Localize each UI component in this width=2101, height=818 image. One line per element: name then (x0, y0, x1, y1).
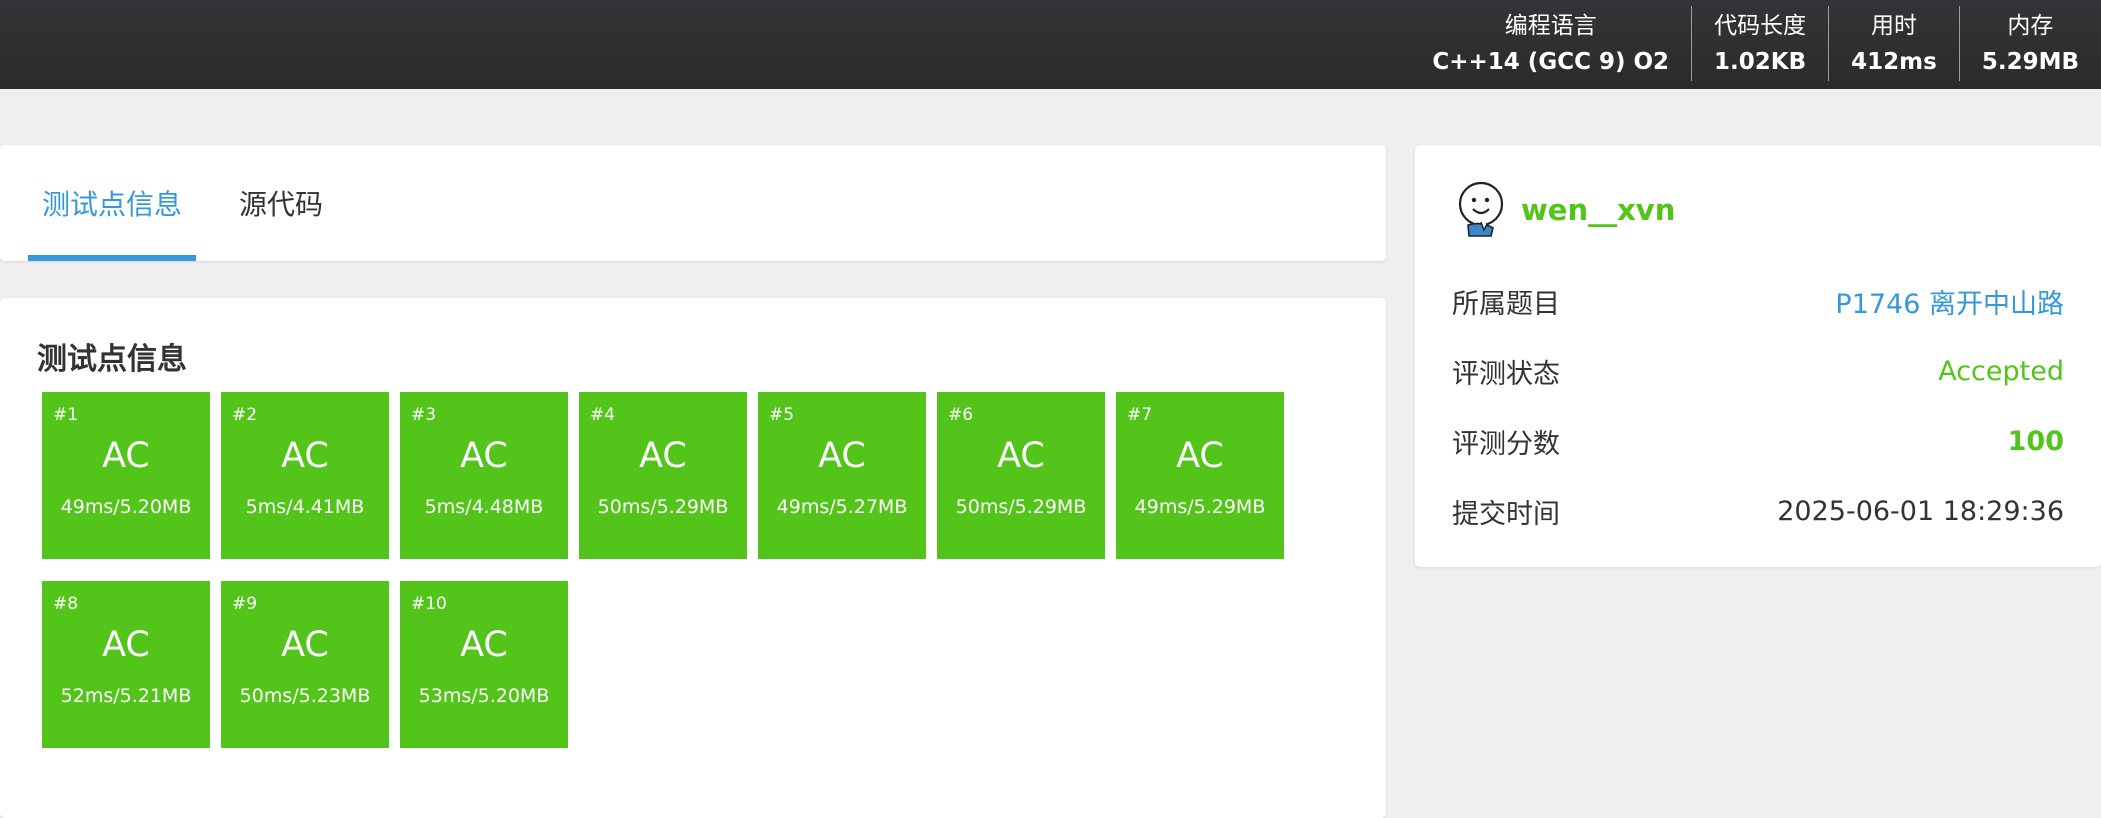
test-case-number: #3 (411, 405, 437, 425)
test-case-info: 52ms/5.21MB (60, 685, 192, 707)
score-value: 100 (2007, 425, 2064, 457)
test-case-grid: #1 AC 49ms/5.20MB #2 AC 5ms/4.41MB #3 AC… (42, 392, 1342, 748)
test-case-info: 50ms/5.29MB (955, 496, 1087, 518)
test-case-info: 49ms/5.29MB (1134, 496, 1266, 518)
test-case[interactable]: #10 AC 53ms/5.20MB (400, 581, 568, 748)
info-row-status: 评测状态 Accepted (1452, 351, 2064, 391)
stat-label: 内存 (2007, 12, 2054, 39)
test-case-info: 5ms/4.41MB (245, 496, 365, 518)
username-link[interactable]: wen__xvn (1521, 193, 1675, 227)
stat-value: 1.02KB (1714, 48, 1807, 75)
test-case[interactable]: #6 AC 50ms/5.29MB (937, 392, 1105, 559)
tab-source-code[interactable]: 源代码 (239, 145, 323, 261)
test-case[interactable]: #3 AC 5ms/4.48MB (400, 392, 568, 559)
info-key: 提交时间 (1452, 498, 1560, 530)
test-case[interactable]: #2 AC 5ms/4.41MB (221, 392, 389, 559)
test-case-number: #1 (53, 405, 79, 425)
section-title: 测试点信息 (37, 342, 187, 377)
test-case[interactable]: #4 AC 50ms/5.29MB (579, 392, 747, 559)
test-case-result: AC (997, 436, 1045, 476)
test-case-number: #6 (948, 405, 974, 425)
stat-value: C++14 (GCC 9) O2 (1432, 48, 1670, 75)
test-case-result: AC (1176, 436, 1224, 476)
stat-label: 用时 (1870, 12, 1917, 39)
stat-value: 412ms (1851, 48, 1937, 75)
test-case-number: #9 (232, 594, 258, 614)
test-case-info: 50ms/5.29MB (597, 496, 729, 518)
stat-time: 用时 412ms (1829, 0, 1959, 89)
stat-value: 5.29MB (1981, 48, 2079, 75)
test-case-result: AC (281, 625, 329, 665)
test-case-info: 53ms/5.20MB (418, 685, 550, 707)
test-case[interactable]: #1 AC 49ms/5.20MB (42, 392, 210, 559)
info-row-submit-time: 提交时间 2025-06-01 18:29:36 (1452, 491, 2064, 531)
test-case-result: AC (460, 625, 508, 665)
test-case-number: #10 (411, 594, 447, 614)
submit-time-value: 2025-06-01 18:29:36 (1777, 495, 2064, 527)
tabs-card: 测试点信息 源代码 (0, 145, 1386, 261)
test-case-number: #2 (232, 405, 258, 425)
avatar-icon[interactable] (1451, 178, 1511, 238)
test-cases-card: 测试点信息 #1 AC 49ms/5.20MB #2 AC 5ms/4.41MB… (0, 298, 1386, 818)
submission-stats: 编程语言 C++14 (GCC 9) O2 代码长度 1.02KB 用时 412… (1410, 0, 2101, 89)
problem-link[interactable]: P1746 离开中山路 (1835, 282, 2064, 321)
test-case-result: AC (281, 436, 329, 476)
test-case-number: #8 (53, 594, 79, 614)
test-case-info: 49ms/5.20MB (60, 496, 192, 518)
test-case[interactable]: #5 AC 49ms/5.27MB (758, 392, 926, 559)
stat-label: 编程语言 (1504, 12, 1597, 39)
test-case-result: AC (460, 436, 508, 476)
test-case-number: #4 (590, 405, 616, 425)
test-case[interactable]: #8 AC 52ms/5.21MB (42, 581, 210, 748)
test-case[interactable]: #7 AC 49ms/5.29MB (1116, 392, 1284, 559)
test-case-number: #5 (769, 405, 795, 425)
info-row-score: 评测分数 100 (1452, 421, 2064, 461)
top-header: 编程语言 C++14 (GCC 9) O2 代码长度 1.02KB 用时 412… (0, 0, 2101, 89)
test-case-result: AC (102, 625, 150, 665)
info-key: 所属题目 (1452, 288, 1560, 320)
test-case-info: 50ms/5.23MB (239, 685, 371, 707)
status-value: Accepted (1938, 355, 2064, 387)
info-row-problem: 所属题目 P1746 离开中山路 (1452, 281, 2064, 321)
test-case[interactable]: #9 AC 50ms/5.23MB (221, 581, 389, 748)
test-case-number: #7 (1127, 405, 1153, 425)
info-key: 评测分数 (1452, 428, 1560, 460)
stat-language: 编程语言 C++14 (GCC 9) O2 (1410, 0, 1691, 89)
info-key: 评测状态 (1452, 358, 1560, 390)
test-case-result: AC (818, 436, 866, 476)
test-case-info: 49ms/5.27MB (776, 496, 908, 518)
stat-memory: 内存 5.29MB (1960, 0, 2101, 89)
tab-test-info[interactable]: 测试点信息 (28, 145, 196, 261)
test-case-result: AC (639, 436, 687, 476)
test-case-result: AC (102, 436, 150, 476)
stat-label: 代码长度 (1714, 12, 1807, 39)
test-case-info: 5ms/4.48MB (424, 496, 544, 518)
stat-code-length: 代码长度 1.02KB (1692, 0, 1828, 89)
submission-info-card: wen__xvn 所属题目 P1746 离开中山路 评测状态 Accepted … (1415, 145, 2101, 567)
